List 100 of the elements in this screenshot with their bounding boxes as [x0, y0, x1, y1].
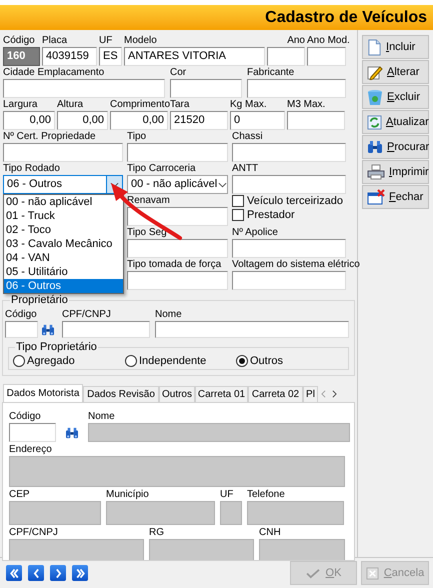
- input-field[interactable]: [9, 423, 56, 442]
- input-field[interactable]: [307, 47, 346, 66]
- field-label: UF: [220, 489, 234, 500]
- field-label: Código: [5, 309, 37, 320]
- field-label: Tipo Seg: [127, 227, 167, 238]
- field-label: ANTT: [232, 163, 258, 174]
- field-label: Modelo: [124, 35, 157, 46]
- radio-button[interactable]: [125, 355, 137, 367]
- input-field[interactable]: [127, 143, 228, 162]
- radio-label: Independente: [139, 354, 206, 369]
- field-label: Placa: [42, 35, 68, 46]
- input-field[interactable]: [127, 207, 228, 226]
- field-label: Altura: [57, 99, 84, 110]
- input-field[interactable]: [287, 111, 345, 130]
- field-label: Tipo: [127, 131, 146, 142]
- dropdown-option[interactable]: 02 - Toco: [4, 223, 123, 237]
- dropdown-option[interactable]: 06 - Outros: [4, 279, 123, 293]
- field-label: Largura: [3, 99, 38, 110]
- field-label: Telefone: [247, 489, 285, 500]
- input-field[interactable]: ES: [99, 47, 122, 66]
- radio-label: Agregado: [27, 354, 75, 369]
- input-field[interactable]: [170, 79, 242, 98]
- navigation-button[interactable]: [6, 565, 22, 581]
- field-label: Tipo Rodado: [3, 163, 60, 174]
- field-label: Voltagem do sistema elétrico: [232, 259, 360, 270]
- input-field[interactable]: [232, 239, 346, 258]
- navigation-button[interactable]: [50, 565, 66, 581]
- input-field[interactable]: 160: [3, 47, 40, 66]
- field-label: CPF/CNPJ: [62, 309, 111, 320]
- binoculars-icon: [367, 140, 383, 154]
- input-field[interactable]: 0: [230, 111, 285, 130]
- input-field[interactable]: 4039159: [42, 47, 97, 66]
- input-field[interactable]: [155, 321, 349, 338]
- field-label: Nome: [155, 309, 182, 320]
- input-field[interactable]: [3, 143, 123, 162]
- input-field[interactable]: 0,00: [57, 111, 108, 130]
- toolbar-button[interactable]: Atualizar: [362, 110, 429, 134]
- dropdown-option[interactable]: 04 - VAN: [4, 251, 123, 265]
- field-label: Nome: [88, 411, 115, 422]
- double-left-chevron-icon: [8, 566, 20, 580]
- field-label: Kg Max.: [230, 99, 267, 110]
- field-label: Cidade Emplacamento: [3, 67, 104, 78]
- checkbox[interactable]: [232, 195, 244, 207]
- radio-button[interactable]: [13, 355, 25, 367]
- input-field[interactable]: 0,00: [3, 111, 55, 130]
- field-label: Nº Cert. Propriedade: [3, 131, 96, 142]
- chevron-down-icon: [218, 182, 227, 188]
- input-field[interactable]: [5, 321, 38, 338]
- dropdown-option[interactable]: 05 - Utilitário: [4, 265, 123, 279]
- tab[interactable]: Outros: [159, 386, 195, 402]
- navigation-button[interactable]: [72, 565, 88, 581]
- window-close-icon: [367, 189, 385, 205]
- field-label: Cor: [170, 67, 186, 78]
- toolbar-button[interactable]: Incluir: [362, 35, 429, 59]
- dropdown-field[interactable]: 00 - não aplicável: [127, 175, 228, 194]
- input-field[interactable]: [62, 321, 150, 338]
- toolbar-button[interactable]: Excluir: [362, 85, 429, 109]
- input-field[interactable]: [232, 175, 346, 194]
- dropdown-field[interactable]: 06 - Outros: [3, 175, 123, 194]
- tab[interactable]: Dados Motorista: [3, 384, 83, 402]
- radio-button[interactable]: [236, 355, 248, 367]
- input-field[interactable]: [127, 239, 228, 258]
- toolbar-button[interactable]: Alterar: [362, 60, 429, 84]
- checkbox[interactable]: [232, 209, 244, 221]
- field-label: Nº Apolice: [232, 227, 278, 238]
- scroll-left-icon: [321, 390, 326, 398]
- dropdown-option[interactable]: 03 - Cavalo Mecânico: [4, 237, 123, 251]
- input-field[interactable]: 21520: [170, 111, 228, 130]
- dropdown-option[interactable]: 00 - não aplicável: [4, 195, 123, 209]
- input-field[interactable]: [127, 271, 228, 290]
- check-icon: [306, 568, 321, 578]
- window-title: Cadastro de Veículos: [265, 8, 427, 28]
- tab[interactable]: Pl: [303, 386, 318, 402]
- toolbar-button[interactable]: Fechar: [362, 185, 429, 209]
- input-field[interactable]: [232, 271, 346, 290]
- toolbar-button[interactable]: Procurar: [362, 135, 429, 159]
- input-field[interactable]: 0,00: [110, 111, 168, 130]
- field-label: Município: [106, 489, 149, 500]
- dropdown-option[interactable]: 01 - Truck: [4, 209, 123, 223]
- document-icon: [367, 38, 382, 56]
- bin-icon: [367, 88, 383, 106]
- input-field[interactable]: [247, 79, 346, 98]
- input-field[interactable]: [267, 47, 305, 66]
- input-field[interactable]: [3, 79, 165, 98]
- tab[interactable]: Carreta 02: [248, 386, 303, 402]
- checkbox-label: Prestador: [247, 208, 295, 223]
- field-label: Tipo tomada de força: [127, 259, 222, 270]
- field-label: Ano: [287, 35, 305, 46]
- field-label: Tipo Carroceria: [127, 163, 196, 174]
- field-label: CPF/CNPJ: [9, 527, 58, 538]
- tab[interactable]: Carreta 01: [195, 386, 248, 402]
- input-field[interactable]: [232, 143, 346, 162]
- field-label: Comprimento: [110, 99, 170, 110]
- toolbar-button[interactable]: Imprimir: [362, 160, 429, 184]
- input-field[interactable]: ANTARES VITORIA: [124, 47, 265, 66]
- field-label: Endereço: [9, 444, 52, 455]
- refresh-icon: [367, 114, 382, 130]
- navigation-button[interactable]: [28, 565, 44, 581]
- field-label: M3 Max.: [287, 99, 326, 110]
- tab[interactable]: Dados Revisão: [83, 386, 159, 402]
